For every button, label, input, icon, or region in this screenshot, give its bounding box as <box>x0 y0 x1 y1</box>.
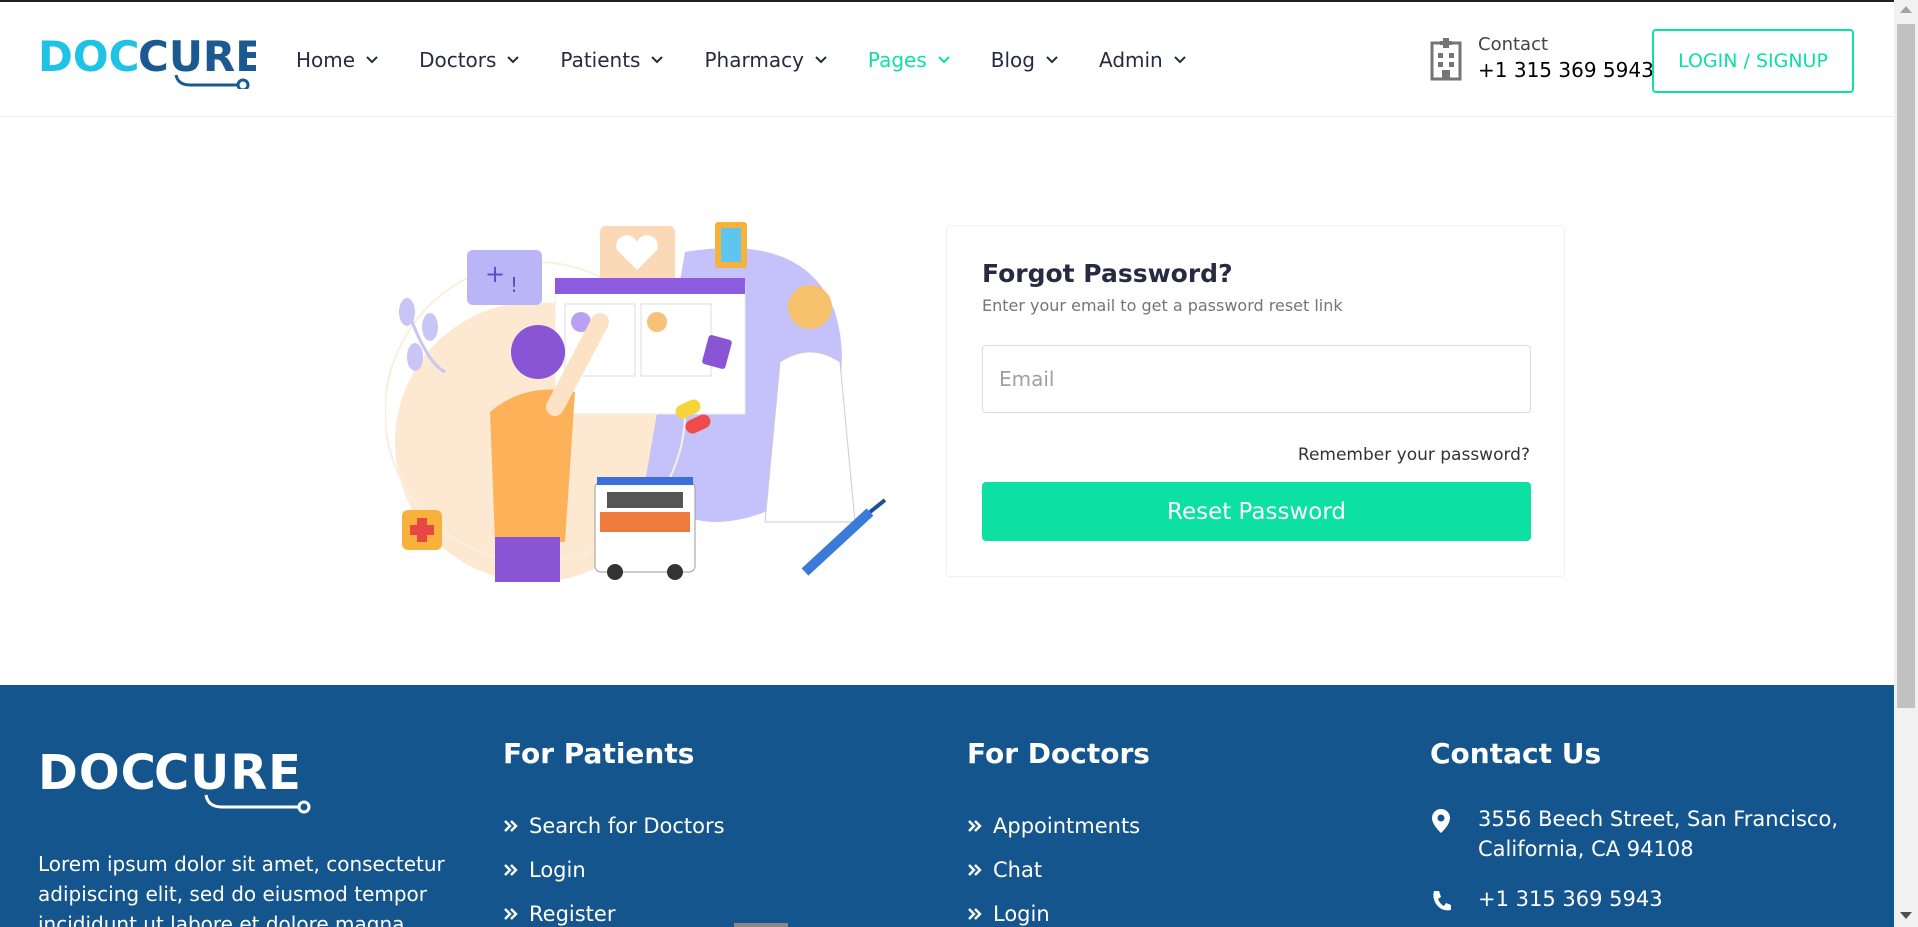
svg-text:DOC: DOC <box>38 32 139 81</box>
double-chevron-right-icon <box>504 820 518 832</box>
contact-label: Contact <box>1478 34 1549 55</box>
brand-logo[interactable]: DOC CURE <box>38 32 256 89</box>
chevron-down-icon <box>651 55 664 63</box>
login-illustration: + ! <box>384 212 905 592</box>
chevron-down-icon <box>1046 55 1058 63</box>
svg-text:+: + <box>485 260 505 288</box>
email-input[interactable] <box>982 345 1531 413</box>
footer-contact-column: Contact Us 3556 Beech Street, San Franci… <box>1430 737 1870 914</box>
footer-link-label: Login <box>529 858 586 882</box>
forgot-password-card: Forgot Password? Enter your email to get… <box>946 225 1565 577</box>
nav-pages-label: Pages <box>867 47 927 72</box>
footer-link-search-doctors[interactable]: Search for Doctors <box>503 804 725 848</box>
map-marker-icon <box>1432 809 1450 833</box>
nav-admin-label: Admin <box>1098 47 1163 72</box>
svg-text:CURE: CURE <box>154 745 302 801</box>
scroll-up-arrow-icon[interactable] <box>1900 6 1912 13</box>
chevron-down-icon <box>507 55 520 63</box>
nav-pharmacy[interactable]: Pharmacy <box>704 48 827 72</box>
logo-graphic: DOC CURE <box>38 32 256 89</box>
remember-password-link[interactable]: Remember your password? <box>1298 445 1530 465</box>
nav-pages[interactable]: Pages <box>868 48 951 72</box>
reset-password-button[interactable]: Reset Password <box>982 482 1531 541</box>
svg-text:CURE: CURE <box>138 32 256 81</box>
footer-patients-column: For Patients Search for Doctors Login Re… <box>503 737 725 927</box>
scroll-down-arrow-icon[interactable] <box>1900 912 1912 919</box>
scrollbar-thumb[interactable] <box>1897 24 1915 708</box>
footer-address-line1: 3556 Beech Street, San Francisco, <box>1478 807 1838 831</box>
footer-link-login[interactable]: Login <box>503 848 725 892</box>
header-contact: Contact +1 315 369 5943 <box>1428 34 1654 84</box>
footer-address: 3556 Beech Street, San Francisco, Califo… <box>1430 804 1870 864</box>
main-nav: Home Doctors Patients Pharmacy Pages Blo… <box>296 2 1227 117</box>
contact-phone[interactable]: +1 315 369 5943 <box>1478 56 1654 84</box>
footer-link-chat[interactable]: Chat <box>967 848 1150 892</box>
footer-link-doctor-login[interactable]: Login <box>967 892 1150 927</box>
nav-patients-label: Patients <box>560 47 641 72</box>
double-chevron-right-icon <box>504 864 518 876</box>
nav-doctors[interactable]: Doctors <box>419 48 520 72</box>
nav-blog[interactable]: Blog <box>991 48 1059 72</box>
scrollbar[interactable] <box>1894 0 1918 927</box>
footer-link-label: Chat <box>993 858 1043 882</box>
footer-link-label: Appointments <box>993 814 1141 838</box>
footer-doctors-column: For Doctors Appointments Chat Login <box>967 737 1150 927</box>
double-chevron-right-icon <box>968 820 982 832</box>
footer-link-label: Login <box>993 902 1050 926</box>
footer-link-label: Register <box>529 902 616 926</box>
double-chevron-right-icon <box>968 908 982 920</box>
footer-contact-title: Contact Us <box>1430 737 1602 770</box>
nav-patients[interactable]: Patients <box>560 48 664 72</box>
footer-about-text: Lorem ipsum dolor sit amet, consectetur … <box>38 852 445 927</box>
footer-logo[interactable]: DOC CURE <box>38 739 318 826</box>
nav-doctors-label: Doctors <box>419 47 497 72</box>
footer-patients-title: For Patients <box>503 737 695 770</box>
nav-home-label: Home <box>296 47 356 72</box>
scroll-indicator <box>734 923 788 927</box>
chevron-down-icon <box>815 55 827 63</box>
nav-pharmacy-label: Pharmacy <box>704 47 804 72</box>
footer-link-appointments[interactable]: Appointments <box>967 804 1150 848</box>
svg-text:!: ! <box>510 273 518 297</box>
hospital-icon <box>1430 38 1462 81</box>
footer-link-label: Search for Doctors <box>529 814 725 838</box>
footer-phone: +1 315 369 5943 <box>1430 884 1870 914</box>
double-chevron-right-icon <box>968 864 982 876</box>
chevron-down-icon <box>1174 55 1186 63</box>
footer-phone-number[interactable]: +1 315 369 5943 <box>1478 884 1663 914</box>
svg-text:DOC: DOC <box>38 745 157 801</box>
double-chevron-right-icon <box>504 908 518 920</box>
nav-blog-label: Blog <box>990 47 1035 72</box>
phone-icon <box>1433 891 1451 911</box>
footer-address-line2: California, CA 94108 <box>1478 837 1694 861</box>
nav-home[interactable]: Home <box>296 48 379 72</box>
card-title: Forgot Password? <box>982 259 1233 288</box>
nav-admin[interactable]: Admin <box>1099 48 1187 72</box>
login-signup-button[interactable]: LOGIN / SIGNUP <box>1652 29 1854 93</box>
footer-doctors-title: For Doctors <box>967 737 1150 770</box>
site-header: DOC CURE Home Doctors Patients Pharmacy … <box>0 2 1894 117</box>
chevron-down-icon <box>938 55 950 63</box>
chevron-down-icon <box>366 55 378 63</box>
footer-link-register[interactable]: Register <box>503 892 725 927</box>
footer-logo-graphic: DOC CURE <box>38 745 311 814</box>
site-footer: DOC CURE Lorem ipsum dolor sit amet, con… <box>0 685 1894 927</box>
card-subtitle: Enter your email to get a password reset… <box>982 296 1343 315</box>
